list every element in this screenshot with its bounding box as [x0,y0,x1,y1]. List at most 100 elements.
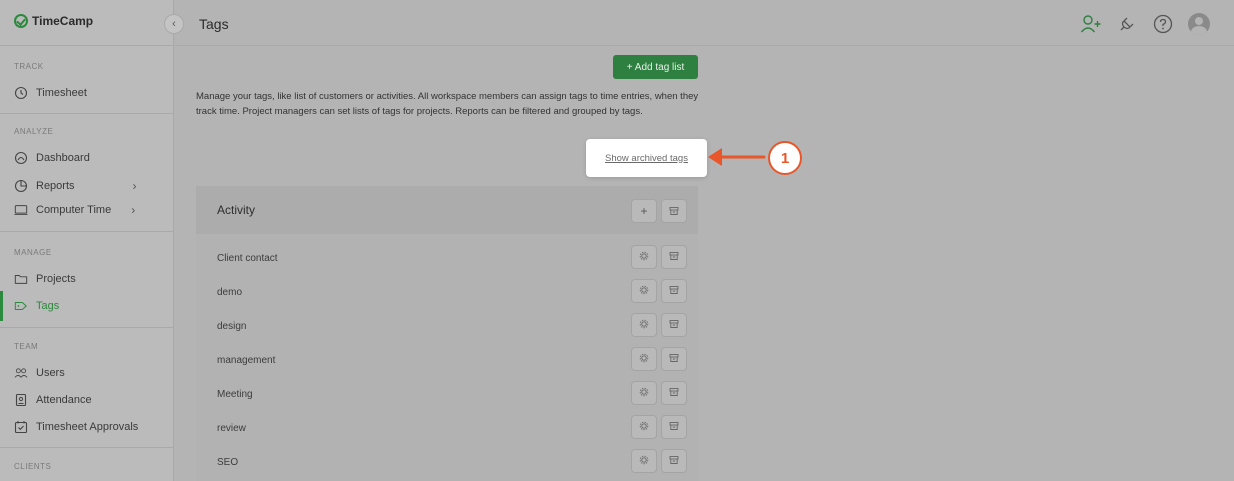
sidebar-item-timesheet-approvals[interactable]: Timesheet Approvals [14,416,138,438]
gear-icon [639,420,649,434]
tag-name: SEO [217,457,239,468]
tag-name: demo [217,287,243,298]
archive-icon [669,454,679,468]
section-label-team: TEAM [14,342,39,351]
tag-list-title: Activity [217,203,256,217]
sidebar: TimeCamp TRACK Timesheet ANALYZE Dashboa… [0,0,174,481]
gear-icon [639,386,649,400]
calendar-check-icon [14,420,28,434]
sidebar-item-label: Attendance [36,394,92,406]
tag-name: Client contact [217,253,278,264]
sidebar-item-label: Reports [36,180,75,192]
tag-settings-button[interactable] [631,313,657,337]
gear-icon [639,318,649,332]
archive-icon [669,207,679,215]
archived-tags-callout: Show archived tags [586,139,707,177]
monitor-icon [14,203,28,217]
gear-icon [639,250,649,264]
tag-settings-button[interactable] [631,347,657,371]
clock-icon [14,86,28,100]
sidebar-item-timesheet[interactable]: Timesheet [14,82,87,104]
chevron-right-icon: › [132,179,137,193]
dashboard-icon [14,151,28,165]
chevron-right-icon: › [131,203,136,217]
archive-icon [669,352,679,366]
archive-icon [669,386,679,400]
tag-settings-button[interactable] [631,415,657,439]
timecamp-logo[interactable]: TimeCamp [14,14,93,28]
sidebar-item-projects[interactable]: Projects [14,268,76,290]
archive-tag-button[interactable] [661,347,687,371]
tag-row[interactable]: Meeting [196,378,698,412]
sidebar-item-label: Timesheet [36,87,87,99]
timecamp-logo-icon [14,14,28,28]
top-bar: Tags [175,0,1234,46]
section-label-manage: MANAGE [14,248,52,257]
archive-tag-button[interactable] [661,279,687,303]
sidebar-item-dashboard[interactable]: Dashboard [14,147,90,169]
tag-settings-button[interactable] [631,245,657,269]
tag-list-panel: Activity + Client contact demo design manag… [196,186,698,481]
sidebar-item-label: Computer Time [36,204,112,216]
sidebar-item-label: Projects [36,273,76,285]
callout-arrow-icon [708,148,766,166]
user-avatar[interactable] [1188,13,1210,35]
sidebar-item-label: Tags [36,300,60,312]
section-label-clients: CLIENTS [14,462,52,471]
gear-icon [639,284,649,298]
tag-list-header: Activity + [196,186,698,234]
sidebar-item-label: Users [36,367,65,379]
sidebar-item-reports[interactable]: Reports › [14,175,137,197]
tag-row[interactable]: review [196,412,698,446]
add-tag-button[interactable]: + [631,199,657,223]
gear-icon [639,454,649,468]
section-label-track: TRACK [14,62,44,71]
archive-tag-button[interactable] [661,449,687,473]
tag-row[interactable]: Client contact [196,242,698,276]
tag-name: management [217,355,276,366]
tag-name: Meeting [217,389,253,400]
tag-settings-button[interactable] [631,381,657,405]
tag-name: review [217,423,246,434]
page-description: Manage your tags, like list of customers… [196,91,699,117]
show-archived-tags-link[interactable]: Show archived tags [605,153,688,164]
archive-tag-button[interactable] [661,415,687,439]
divider [0,447,174,448]
add-user-icon[interactable] [1080,13,1102,35]
archive-icon [669,420,679,434]
gear-icon [639,352,649,366]
sidebar-item-attendance[interactable]: Attendance [14,389,92,411]
folder-icon [14,272,28,286]
sidebar-item-users[interactable]: Users [14,362,65,384]
tag-name: design [217,321,247,332]
tag-settings-button[interactable] [631,279,657,303]
archive-icon [669,250,679,264]
section-label-analyze: ANALYZE [14,127,54,136]
divider [0,113,174,114]
archive-tag-button[interactable] [661,245,687,269]
tag-row[interactable]: management [196,344,698,378]
archive-icon [669,284,679,298]
archive-tag-button[interactable] [661,381,687,405]
step-badge: 1 [768,141,802,175]
archive-list-button[interactable] [661,199,687,223]
reports-icon [14,179,28,193]
archive-icon [669,318,679,332]
add-tag-list-button[interactable]: + Add tag list [613,55,698,79]
badge-icon [14,393,28,407]
sidebar-item-computer-time[interactable]: Computer Time › [14,199,135,221]
tag-settings-button[interactable] [631,449,657,473]
tag-row[interactable]: design [196,310,698,344]
divider [0,45,174,46]
tag-row[interactable]: demo [196,276,698,310]
help-icon[interactable] [1152,13,1174,35]
top-actions [1080,13,1210,35]
active-indicator [0,291,3,321]
tag-row[interactable]: SEO [196,446,698,480]
archive-tag-button[interactable] [661,313,687,337]
collapse-sidebar-button[interactable]: ‹ [164,14,184,34]
logo-text: TimeCamp [32,14,94,28]
plug-icon[interactable] [1116,13,1138,35]
sidebar-item-label: Timesheet Approvals [36,421,139,433]
sidebar-item-tags[interactable]: Tags [14,295,59,317]
